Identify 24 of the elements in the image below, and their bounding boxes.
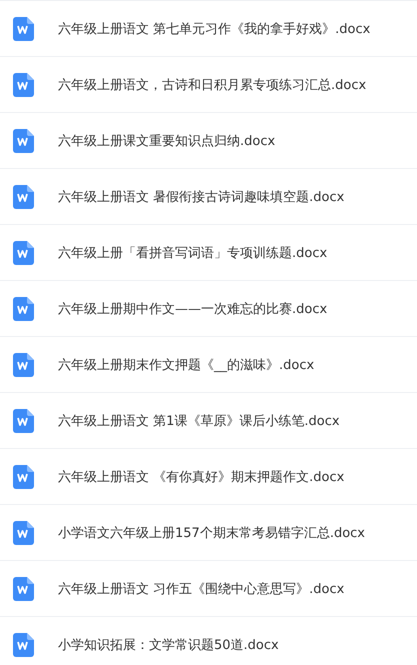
word-file-icon <box>13 128 34 152</box>
file-name[interactable]: 六年级上册课文重要知识点归纳.docx <box>58 132 276 150</box>
file-name[interactable]: 六年级上册语文 暑假衔接古诗词趣味填空题.docx <box>58 188 344 206</box>
word-file-icon <box>13 464 34 488</box>
word-file-icon <box>13 296 34 320</box>
file-name[interactable]: 小学语文六年级上册157个期末常考易错字汇总.docx <box>58 524 365 542</box>
file-name[interactable]: 小学知识拓展：文学常识题50道.docx <box>58 636 279 654</box>
file-name[interactable]: 六年级上册语文 《有你真好》期末押题作文.docx <box>58 468 344 486</box>
file-name[interactable]: 六年级上册「看拼音写词语」专项训练题.docx <box>58 244 328 262</box>
word-file-icon <box>13 72 34 96</box>
file-name[interactable]: 六年级上册语文 第七单元习作《我的拿手好戏》.docx <box>58 20 370 38</box>
word-file-icon <box>13 520 34 544</box>
word-file-icon <box>13 408 34 432</box>
word-file-icon <box>13 240 34 264</box>
word-file-icon <box>13 16 34 40</box>
file-name[interactable]: 六年级上册期中作文——一次难忘的比赛.docx <box>58 300 328 318</box>
file-name[interactable]: 六年级上册语文 习作五《围绕中心意思写》.docx <box>58 580 344 598</box>
file-name[interactable]: 六年级上册语文，古诗和日积月累专项练习汇总.docx <box>58 76 366 94</box>
word-file-icon <box>13 576 34 600</box>
word-file-icon <box>13 184 34 208</box>
file-name[interactable]: 六年级上册语文 第1课《草原》课后小练笔.docx <box>58 412 340 430</box>
word-file-icon <box>13 352 34 376</box>
file-name[interactable]: 六年级上册期末作文押题《__的滋味》.docx <box>58 356 314 374</box>
word-file-icon <box>13 632 34 656</box>
